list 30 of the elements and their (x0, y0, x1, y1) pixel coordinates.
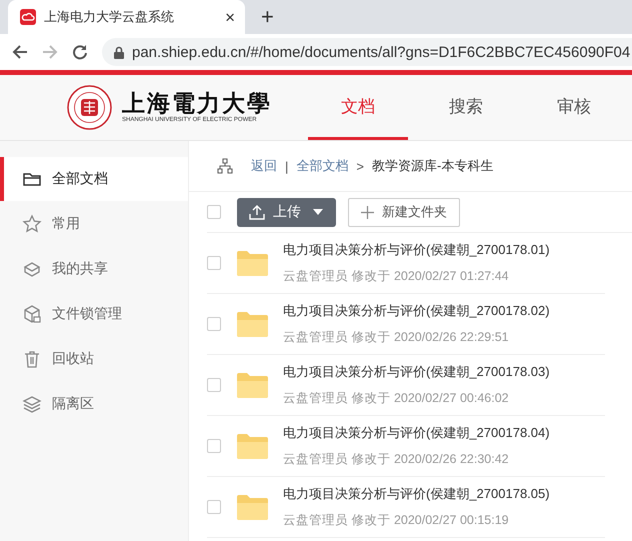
chevron-text: > (356, 158, 364, 174)
tab-title[interactable]: 上海电力大学云盘系统 (44, 8, 218, 26)
folder-name[interactable]: 电力项目决策分析与评价(侯建朝_2700178.03) (283, 363, 550, 381)
upload-button[interactable]: 上传 (237, 198, 336, 226)
sidebar-item[interactable]: 我的共享 (0, 247, 188, 291)
sidebar-item[interactable]: 回收站 (0, 337, 188, 381)
nav-tab[interactable]: 审核 (524, 75, 624, 140)
folder-name[interactable]: 电力项目决策分析与评价(侯建朝_2700178.05) (283, 485, 550, 503)
folder-name[interactable]: 电力项目决策分析与评价(侯建朝_2700178.04) (283, 424, 550, 442)
folder-meta: 云盘管理员 修改于 2020/02/26 22:29:51 (283, 329, 510, 346)
nav-tab[interactable]: 搜索 (416, 75, 516, 140)
sidebar-item[interactable]: 隔离区 (0, 382, 188, 426)
new-folder-button[interactable]: 新建文件夹 (348, 198, 460, 226)
sidebar-item[interactable]: 文件锁管理 (0, 292, 188, 336)
folder-meta: 云盘管理员 修改于 2020/02/27 00:15:19 (283, 512, 510, 529)
breadcrumb-current: 教学资源库-本专科生 (372, 157, 494, 175)
folder-name[interactable]: 电力项目决策分析与评价(侯建朝_2700178.02) (283, 302, 550, 320)
nav-tab[interactable]: 文档 (308, 75, 408, 140)
close-tab-button[interactable]: × (225, 8, 235, 26)
sidebar-item[interactable]: 全部文档 (0, 157, 188, 201)
university-logo-text: 上海電力大學 (122, 92, 272, 115)
folder-meta: 云盘管理员 修改于 2020/02/26 22:30:42 (283, 451, 510, 468)
folder-meta: 云盘管理员 修改于 2020/02/27 01:27:44 (283, 268, 510, 285)
folder-meta: 云盘管理员 修改于 2020/02/27 00:46:02 (283, 390, 510, 407)
breadcrumb-link[interactable]: 全部文档 (296, 157, 348, 175)
folder-name[interactable]: 电力项目决策分析与评价(侯建朝_2700178.01) (283, 241, 550, 259)
back-link[interactable]: 返回 (251, 157, 277, 175)
separator-text: | (285, 158, 288, 174)
new-tab-button[interactable]: + (261, 6, 274, 28)
sidebar-item[interactable]: 常用 (0, 202, 188, 246)
